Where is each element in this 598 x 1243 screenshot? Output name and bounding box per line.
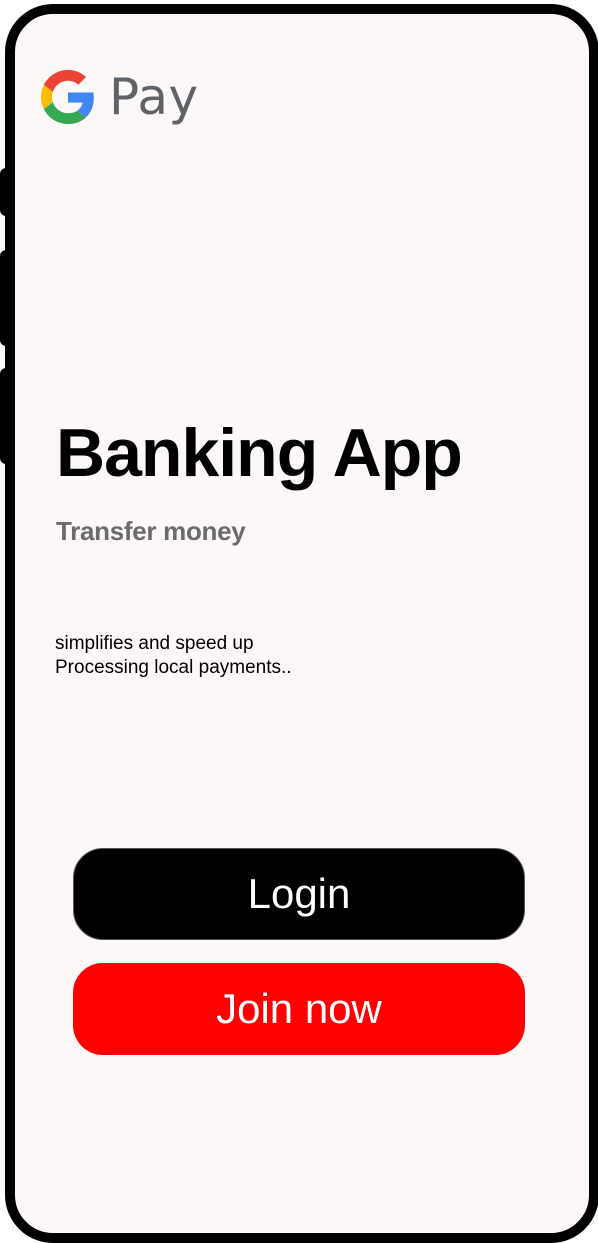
pay-wordmark: Pay	[109, 68, 199, 126]
page-title: Banking App	[56, 415, 463, 491]
login-button[interactable]: Login	[73, 848, 525, 940]
join-now-button[interactable]: Join now	[73, 963, 525, 1055]
google-pay-logo: Pay	[41, 70, 199, 124]
phone-frame: Pay Banking App Transfer money simplifie…	[5, 4, 598, 1243]
google-g-icon	[41, 70, 94, 124]
description-text: simplifies and speed up Processing local…	[55, 632, 292, 680]
description-line: Processing local payments..	[55, 657, 292, 678]
page-subtitle: Transfer money	[56, 516, 246, 546]
description-line: simplifies and speed up	[55, 633, 254, 654]
